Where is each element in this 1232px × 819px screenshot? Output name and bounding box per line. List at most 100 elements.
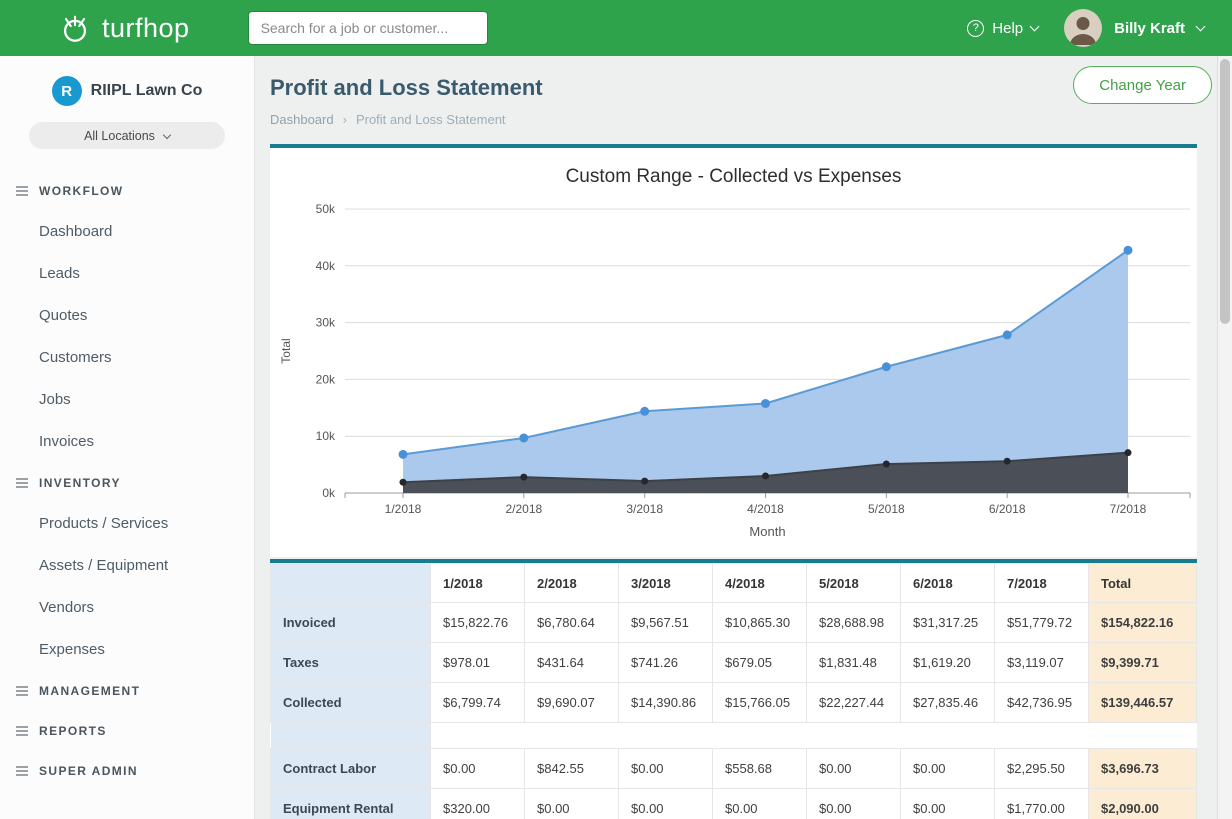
- cell-value: $0.00: [901, 789, 995, 819]
- cell-value: $0.00: [807, 749, 901, 789]
- sidebar-item-customers[interactable]: Customers: [16, 337, 254, 379]
- column-header: 3/2018: [619, 564, 713, 603]
- column-header: 1/2018: [431, 564, 525, 603]
- scrollbar[interactable]: [1217, 56, 1232, 819]
- sidebar-item-leads[interactable]: Leads: [16, 253, 254, 295]
- cell-value: $31,317.25: [901, 603, 995, 643]
- nav-section: WORKFLOWDashboardLeadsQuotesCustomersJob…: [16, 171, 254, 463]
- turfhop-logo-icon: [58, 11, 92, 45]
- svg-text:5/2018: 5/2018: [868, 502, 905, 516]
- help-menu[interactable]: ? Help: [967, 20, 1038, 37]
- chevron-down-icon: [1030, 21, 1040, 31]
- cell-value: $51,779.72: [995, 603, 1089, 643]
- cell-value: $0.00: [901, 749, 995, 789]
- company-switcher[interactable]: R RIIPL Lawn Co: [0, 56, 254, 106]
- scrollbar-thumb[interactable]: [1220, 59, 1230, 324]
- column-header: 5/2018: [807, 564, 901, 603]
- cell-value: $2,295.50: [995, 749, 1089, 789]
- cell-value: $978.01: [431, 643, 525, 683]
- table-row: Invoiced$15,822.76$6,780.64$9,567.51$10,…: [271, 603, 1197, 643]
- turfhop-logo[interactable]: turfhop: [58, 11, 190, 45]
- cell-value: $27,835.46: [901, 683, 995, 723]
- table-header-row: 1/20182/20183/20184/20185/20186/20187/20…: [271, 564, 1197, 603]
- cell-value: $1,831.48: [807, 643, 901, 683]
- section-lines-icon: [16, 482, 28, 484]
- row-total: $139,446.57: [1089, 683, 1197, 723]
- table-row: Equipment Rental$320.00$0.00$0.00$0.00$0…: [271, 789, 1197, 819]
- column-header: 2/2018: [525, 564, 619, 603]
- topbar: turfhop ? Help Billy Kraft: [0, 0, 1232, 56]
- cell-value: $15,822.76: [431, 603, 525, 643]
- svg-text:4/2018: 4/2018: [747, 502, 784, 516]
- section-label: INVENTORY: [39, 476, 121, 490]
- section-label: SUPER ADMIN: [39, 764, 138, 778]
- cell-value: $0.00: [619, 749, 713, 789]
- sidebar-item-vendors[interactable]: Vendors: [16, 587, 254, 629]
- cell-value: $3,119.07: [995, 643, 1089, 683]
- user-name: Billy Kraft: [1114, 20, 1185, 37]
- row-label: Contract Labor: [271, 749, 431, 789]
- row-label: Collected: [271, 683, 431, 723]
- search-input[interactable]: [248, 11, 488, 45]
- locations-dropdown[interactable]: All Locations: [29, 122, 225, 149]
- sidebar-section-workflow[interactable]: WORKFLOW: [16, 171, 254, 211]
- svg-text:2/2018: 2/2018: [505, 502, 542, 516]
- change-year-button[interactable]: Change Year: [1073, 66, 1212, 104]
- column-header: 7/2018: [995, 564, 1089, 603]
- cell-value: $6,780.64: [525, 603, 619, 643]
- cell-value: $1,770.00: [995, 789, 1089, 819]
- pnl-chart: 0k10k20k30k40k50k1/20182/20183/20184/201…: [270, 148, 1197, 553]
- cell-value: $431.64: [525, 643, 619, 683]
- section-lines-icon: [16, 190, 28, 192]
- sidebar-item-assets-equipment[interactable]: Assets / Equipment: [16, 545, 254, 587]
- chevron-down-icon: [1196, 21, 1206, 31]
- sidebar-section-management[interactable]: MANAGEMENT: [16, 671, 254, 711]
- sidebar: R RIIPL Lawn Co All Locations WORKFLOWDa…: [0, 56, 255, 819]
- section-lines-icon: [16, 690, 28, 692]
- breadcrumb-separator-icon: ›: [343, 112, 347, 127]
- nav-section: SUPER ADMIN: [16, 751, 254, 791]
- sidebar-section-super-admin[interactable]: SUPER ADMIN: [16, 751, 254, 791]
- section-label: MANAGEMENT: [39, 684, 140, 698]
- sidebar-item-quotes[interactable]: Quotes: [16, 295, 254, 337]
- cell-value: $28,688.98: [807, 603, 901, 643]
- page-header: Profit and Loss Statement Dashboard › Pr…: [270, 56, 1212, 144]
- help-label: Help: [992, 20, 1023, 37]
- locations-label: All Locations: [84, 129, 155, 143]
- svg-text:Total: Total: [279, 338, 293, 363]
- row-total: $9,399.71: [1089, 643, 1197, 683]
- section-lines-icon: [16, 770, 28, 772]
- section-lines-icon: [16, 730, 28, 732]
- logo-text: turfhop: [102, 13, 190, 44]
- column-header: 4/2018: [713, 564, 807, 603]
- sidebar-section-reports[interactable]: REPORTS: [16, 711, 254, 751]
- row-total: $3,696.73: [1089, 749, 1197, 789]
- breadcrumb-dashboard[interactable]: Dashboard: [270, 112, 334, 127]
- row-label: Invoiced: [271, 603, 431, 643]
- nav-section: MANAGEMENT: [16, 671, 254, 711]
- svg-text:1/2018: 1/2018: [385, 502, 422, 516]
- nav-section: REPORTS: [16, 711, 254, 751]
- cell-value: $0.00: [713, 789, 807, 819]
- cell-value: $22,227.44: [807, 683, 901, 723]
- table-card: 1/20182/20183/20184/20185/20186/20187/20…: [270, 559, 1197, 819]
- pnl-table: 1/20182/20183/20184/20185/20186/20187/20…: [270, 563, 1197, 819]
- sidebar-item-expenses[interactable]: Expenses: [16, 629, 254, 671]
- user-menu[interactable]: Billy Kraft: [1064, 9, 1204, 47]
- sidebar-item-jobs[interactable]: Jobs: [16, 379, 254, 421]
- svg-text:30k: 30k: [316, 316, 336, 330]
- sidebar-item-dashboard[interactable]: Dashboard: [16, 211, 254, 253]
- sidebar-item-invoices[interactable]: Invoices: [16, 421, 254, 463]
- section-label: REPORTS: [39, 724, 107, 738]
- cell-value: $558.68: [713, 749, 807, 789]
- cell-value: $9,567.51: [619, 603, 713, 643]
- column-header: 6/2018: [901, 564, 995, 603]
- sidebar-section-inventory[interactable]: INVENTORY: [16, 463, 254, 503]
- svg-text:6/2018: 6/2018: [989, 502, 1026, 516]
- row-total: $154,822.16: [1089, 603, 1197, 643]
- svg-text:40k: 40k: [316, 259, 336, 273]
- cell-value: $1,619.20: [901, 643, 995, 683]
- sidebar-item-products-services[interactable]: Products / Services: [16, 503, 254, 545]
- spacer-row: [271, 723, 1197, 749]
- cell-value: $842.55: [525, 749, 619, 789]
